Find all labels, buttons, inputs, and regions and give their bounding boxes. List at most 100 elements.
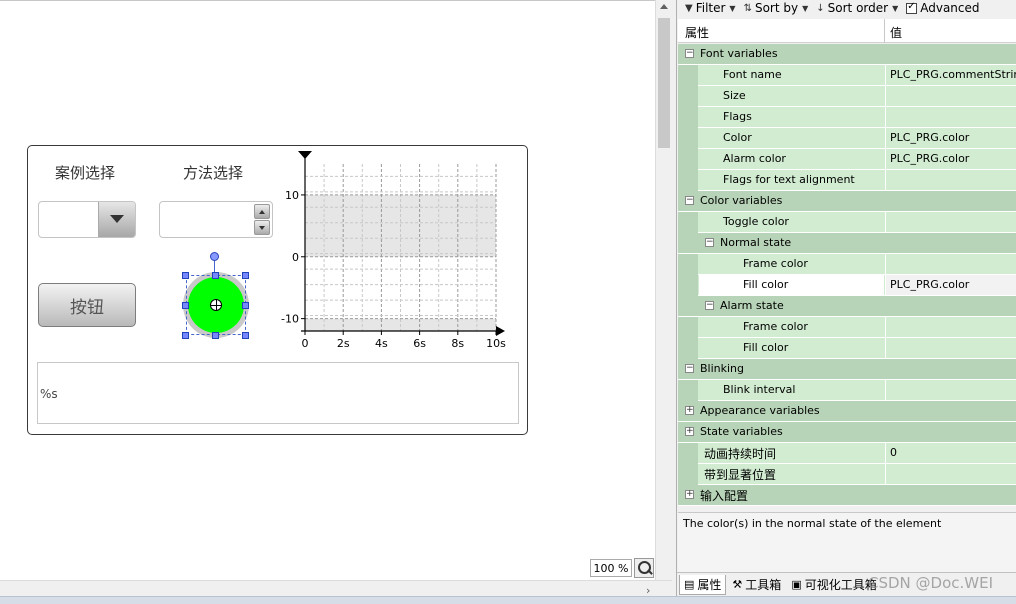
category-row[interactable]: Appearance variables + xyxy=(678,401,1016,422)
expand-icon[interactable]: + xyxy=(685,427,694,436)
category-row[interactable]: Alarm state − xyxy=(678,296,1016,317)
collapse-icon[interactable]: − xyxy=(705,301,714,310)
vertical-scrollbar[interactable] xyxy=(655,0,672,580)
property-name: Size xyxy=(699,86,884,106)
property-label: Flags for text alignment xyxy=(723,173,855,186)
collapse-icon[interactable]: − xyxy=(685,196,694,205)
property-row[interactable]: Blink interval xyxy=(678,380,1016,401)
resize-handle-w[interactable] xyxy=(182,302,189,309)
row-gutter xyxy=(678,212,698,233)
expand-icon[interactable]: + xyxy=(685,406,694,415)
case-combobox[interactable] xyxy=(38,201,136,238)
property-row[interactable]: Font name PLC_PRG.commentString xyxy=(678,65,1016,86)
resize-handle-nw[interactable] xyxy=(182,272,189,279)
collapse-icon[interactable]: − xyxy=(685,49,694,58)
property-value[interactable] xyxy=(885,317,1016,337)
category-row[interactable]: Blinking − xyxy=(678,359,1016,380)
resize-handle-se[interactable] xyxy=(242,332,249,339)
property-value[interactable] xyxy=(885,86,1016,106)
collapse-icon[interactable]: − xyxy=(685,364,694,373)
property-name: Blinking xyxy=(678,359,884,379)
advanced-checkbox[interactable] xyxy=(906,1,918,14)
method-spinbox[interactable] xyxy=(159,201,273,238)
property-row[interactable]: Alarm color PLC_PRG.color xyxy=(678,149,1016,170)
toolbox-icon: ⚒ xyxy=(732,578,743,591)
advanced-toggle[interactable]: Advanced xyxy=(906,1,980,15)
property-row[interactable]: Size xyxy=(678,86,1016,107)
property-label: Fill color xyxy=(743,278,789,291)
property-value[interactable] xyxy=(885,338,1016,358)
text-field[interactable]: %s xyxy=(37,362,519,424)
sort-order-button[interactable]: ↓ Sort order ▼ xyxy=(816,1,898,15)
y-tick-label: 0 xyxy=(292,251,299,264)
row-gutter xyxy=(678,275,698,296)
property-value[interactable] xyxy=(885,212,1016,232)
property-value[interactable] xyxy=(885,464,1016,484)
selection-frame xyxy=(186,275,246,335)
property-row[interactable]: Flags xyxy=(678,107,1016,128)
visualization-toolbox-icon: ▣ xyxy=(791,578,802,591)
property-name: Font variables xyxy=(678,44,884,64)
rotation-handle[interactable] xyxy=(210,252,219,261)
properties-panel: ▼ Filter ▼ ⇅ Sort by ▼ ↓ Sort order ▼ Ad… xyxy=(676,0,1016,596)
chevron-down-icon[interactable] xyxy=(98,202,135,237)
property-name: Toggle color xyxy=(699,212,884,232)
property-label: Blink interval xyxy=(723,383,796,396)
resize-handle-ne[interactable] xyxy=(242,272,249,279)
property-value[interactable] xyxy=(885,380,1016,400)
property-label: Color variables xyxy=(700,194,783,207)
property-value[interactable] xyxy=(885,107,1016,127)
scroll-thumb[interactable] xyxy=(658,18,670,148)
property-row[interactable]: Fill color PLC_PRG.color xyxy=(678,275,1016,296)
category-row[interactable]: Font variables − xyxy=(678,44,1016,65)
category-row[interactable]: State variables + xyxy=(678,422,1016,443)
tab-toolbox[interactable]: ⚒ 工具箱 xyxy=(728,575,785,595)
property-row[interactable]: Fill color xyxy=(678,338,1016,359)
resize-handle-s[interactable] xyxy=(212,332,219,339)
horizontal-scrollbar[interactable]: › xyxy=(0,580,672,597)
column-divider[interactable] xyxy=(884,19,885,43)
push-button[interactable]: 按钮 xyxy=(38,283,136,327)
filter-button[interactable]: ▼ Filter ▼ xyxy=(685,1,736,15)
category-row[interactable]: Color variables − xyxy=(678,191,1016,212)
method-select-label: 方法选择 xyxy=(183,164,244,182)
property-row[interactable]: Frame color xyxy=(678,317,1016,338)
visualization-canvas[interactable]: 案例选择 方法选择 按钮 0 2s 4s 6s 8s 10s 10 0 -10 %s 100 % xyxy=(0,0,655,580)
property-value[interactable]: PLC_PRG.color xyxy=(885,275,1016,295)
property-row[interactable]: Frame color xyxy=(678,254,1016,275)
expand-icon[interactable]: + xyxy=(685,490,694,499)
spin-up-icon[interactable] xyxy=(254,204,270,219)
property-row[interactable]: 动画持续时间 0 xyxy=(678,443,1016,464)
tab-properties[interactable]: ▤ 属性 xyxy=(679,574,727,595)
property-label: Appearance variables xyxy=(700,404,820,417)
property-value[interactable] xyxy=(885,170,1016,190)
resize-handle-sw[interactable] xyxy=(182,332,189,339)
category-row[interactable]: 输入配置 + xyxy=(678,485,1016,506)
dropdown-arrow-icon: ▼ xyxy=(729,3,736,13)
property-value xyxy=(885,296,1016,316)
property-name: State variables xyxy=(678,422,884,442)
tab-visualization-toolbox[interactable]: ▣ 可视化工具箱 xyxy=(787,575,880,595)
sort-by-label: Sort by xyxy=(754,1,799,15)
property-row[interactable]: Color PLC_PRG.color xyxy=(678,128,1016,149)
property-row[interactable]: Flags for text alignment xyxy=(678,170,1016,191)
scroll-up-icon[interactable] xyxy=(660,4,668,9)
collapse-icon[interactable]: − xyxy=(705,238,714,247)
tab-label: 可视化工具箱 xyxy=(804,578,877,592)
text-field-value: %s xyxy=(40,387,58,401)
property-row[interactable]: Toggle color xyxy=(678,212,1016,233)
property-value[interactable] xyxy=(885,254,1016,274)
property-value[interactable]: PLC_PRG.color xyxy=(885,149,1016,169)
property-value[interactable]: 0 xyxy=(885,443,1016,463)
property-value[interactable]: PLC_PRG.color xyxy=(885,128,1016,148)
resize-handle-e[interactable] xyxy=(242,302,249,309)
property-row[interactable]: 带到显著位置 xyxy=(678,464,1016,485)
resize-handle-n[interactable] xyxy=(212,272,219,279)
row-gutter xyxy=(678,128,698,149)
zoom-level[interactable]: 100 % xyxy=(590,559,632,577)
category-row[interactable]: Normal state − xyxy=(678,233,1016,254)
spin-down-icon[interactable] xyxy=(254,220,270,235)
zoom-icon[interactable] xyxy=(634,558,654,578)
sort-by-button[interactable]: ⇅ Sort by ▼ xyxy=(744,1,809,15)
property-value[interactable]: PLC_PRG.commentString xyxy=(885,65,1016,85)
